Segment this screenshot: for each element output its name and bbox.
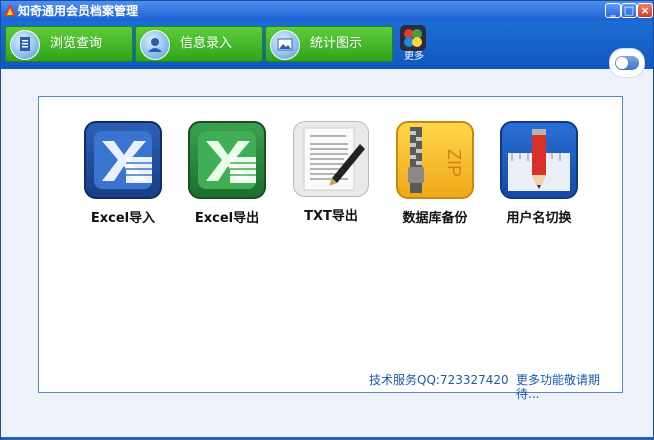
color-wheel-icon xyxy=(400,25,426,51)
more-features-link[interactable]: 更多功能敬请期待... xyxy=(516,373,622,401)
maximize-button[interactable]: □ xyxy=(621,3,637,18)
zip-archive-icon: ZIP xyxy=(396,121,474,199)
more-label: 更多 xyxy=(404,51,424,62)
item-label: 数据库备份 xyxy=(402,211,468,226)
item-label: Excel导出 xyxy=(194,211,260,226)
more-button[interactable]: 更多 xyxy=(400,25,428,65)
excel-import-icon xyxy=(84,121,162,199)
toggle-track xyxy=(615,56,639,70)
item-label: TXT导出 xyxy=(304,209,358,224)
excel-export-icon xyxy=(188,121,266,199)
tab-label: 信息录入 xyxy=(180,36,233,51)
function-panel: Excel导入 Excel导出 TXT导出 ZIP 数据库备份 用户名切换 技术… xyxy=(38,96,623,401)
switch-user-button[interactable]: 用户名切换 xyxy=(487,121,591,226)
tab-browse-query[interactable]: 浏览查询 xyxy=(5,26,133,62)
tab-label: 统计图示 xyxy=(310,36,363,51)
user-icon xyxy=(140,30,170,60)
image-icon xyxy=(270,30,300,60)
excel-export-button[interactable]: Excel导出 xyxy=(175,121,279,226)
txt-document-pen-icon xyxy=(293,121,369,197)
toggle-knob xyxy=(616,57,628,69)
excel-import-button[interactable]: Excel导入 xyxy=(71,121,175,226)
minimize-button[interactable]: _ xyxy=(605,3,621,18)
window-title: 知奇通用会员档案管理 xyxy=(18,4,139,18)
app-window: 知奇通用会员档案管理 _ □ × 浏览查询 信息录入 统计图示 更多 Excel… xyxy=(0,0,654,440)
support-qq-link[interactable]: 技术服务QQ:723327420 xyxy=(369,373,509,387)
item-label: 用户名切换 xyxy=(506,211,572,226)
database-backup-button[interactable]: ZIP 数据库备份 xyxy=(383,121,487,226)
title-bar: 知奇通用会员档案管理 _ □ × xyxy=(1,1,653,21)
tab-info-entry[interactable]: 信息录入 xyxy=(135,26,263,62)
document-icon xyxy=(10,30,40,60)
theme-toggle[interactable] xyxy=(609,48,645,78)
pencil-ruler-icon xyxy=(500,121,578,199)
tab-label: 浏览查询 xyxy=(50,36,103,51)
txt-export-button[interactable]: TXT导出 xyxy=(279,121,383,224)
toolbar: 浏览查询 信息录入 统计图示 更多 xyxy=(1,21,653,78)
svg-text:ZIP: ZIP xyxy=(444,149,464,177)
app-logo-icon xyxy=(4,4,16,16)
item-label: Excel导入 xyxy=(90,211,156,226)
close-button[interactable]: × xyxy=(637,3,653,18)
tab-statistics-chart[interactable]: 统计图示 xyxy=(265,26,393,62)
